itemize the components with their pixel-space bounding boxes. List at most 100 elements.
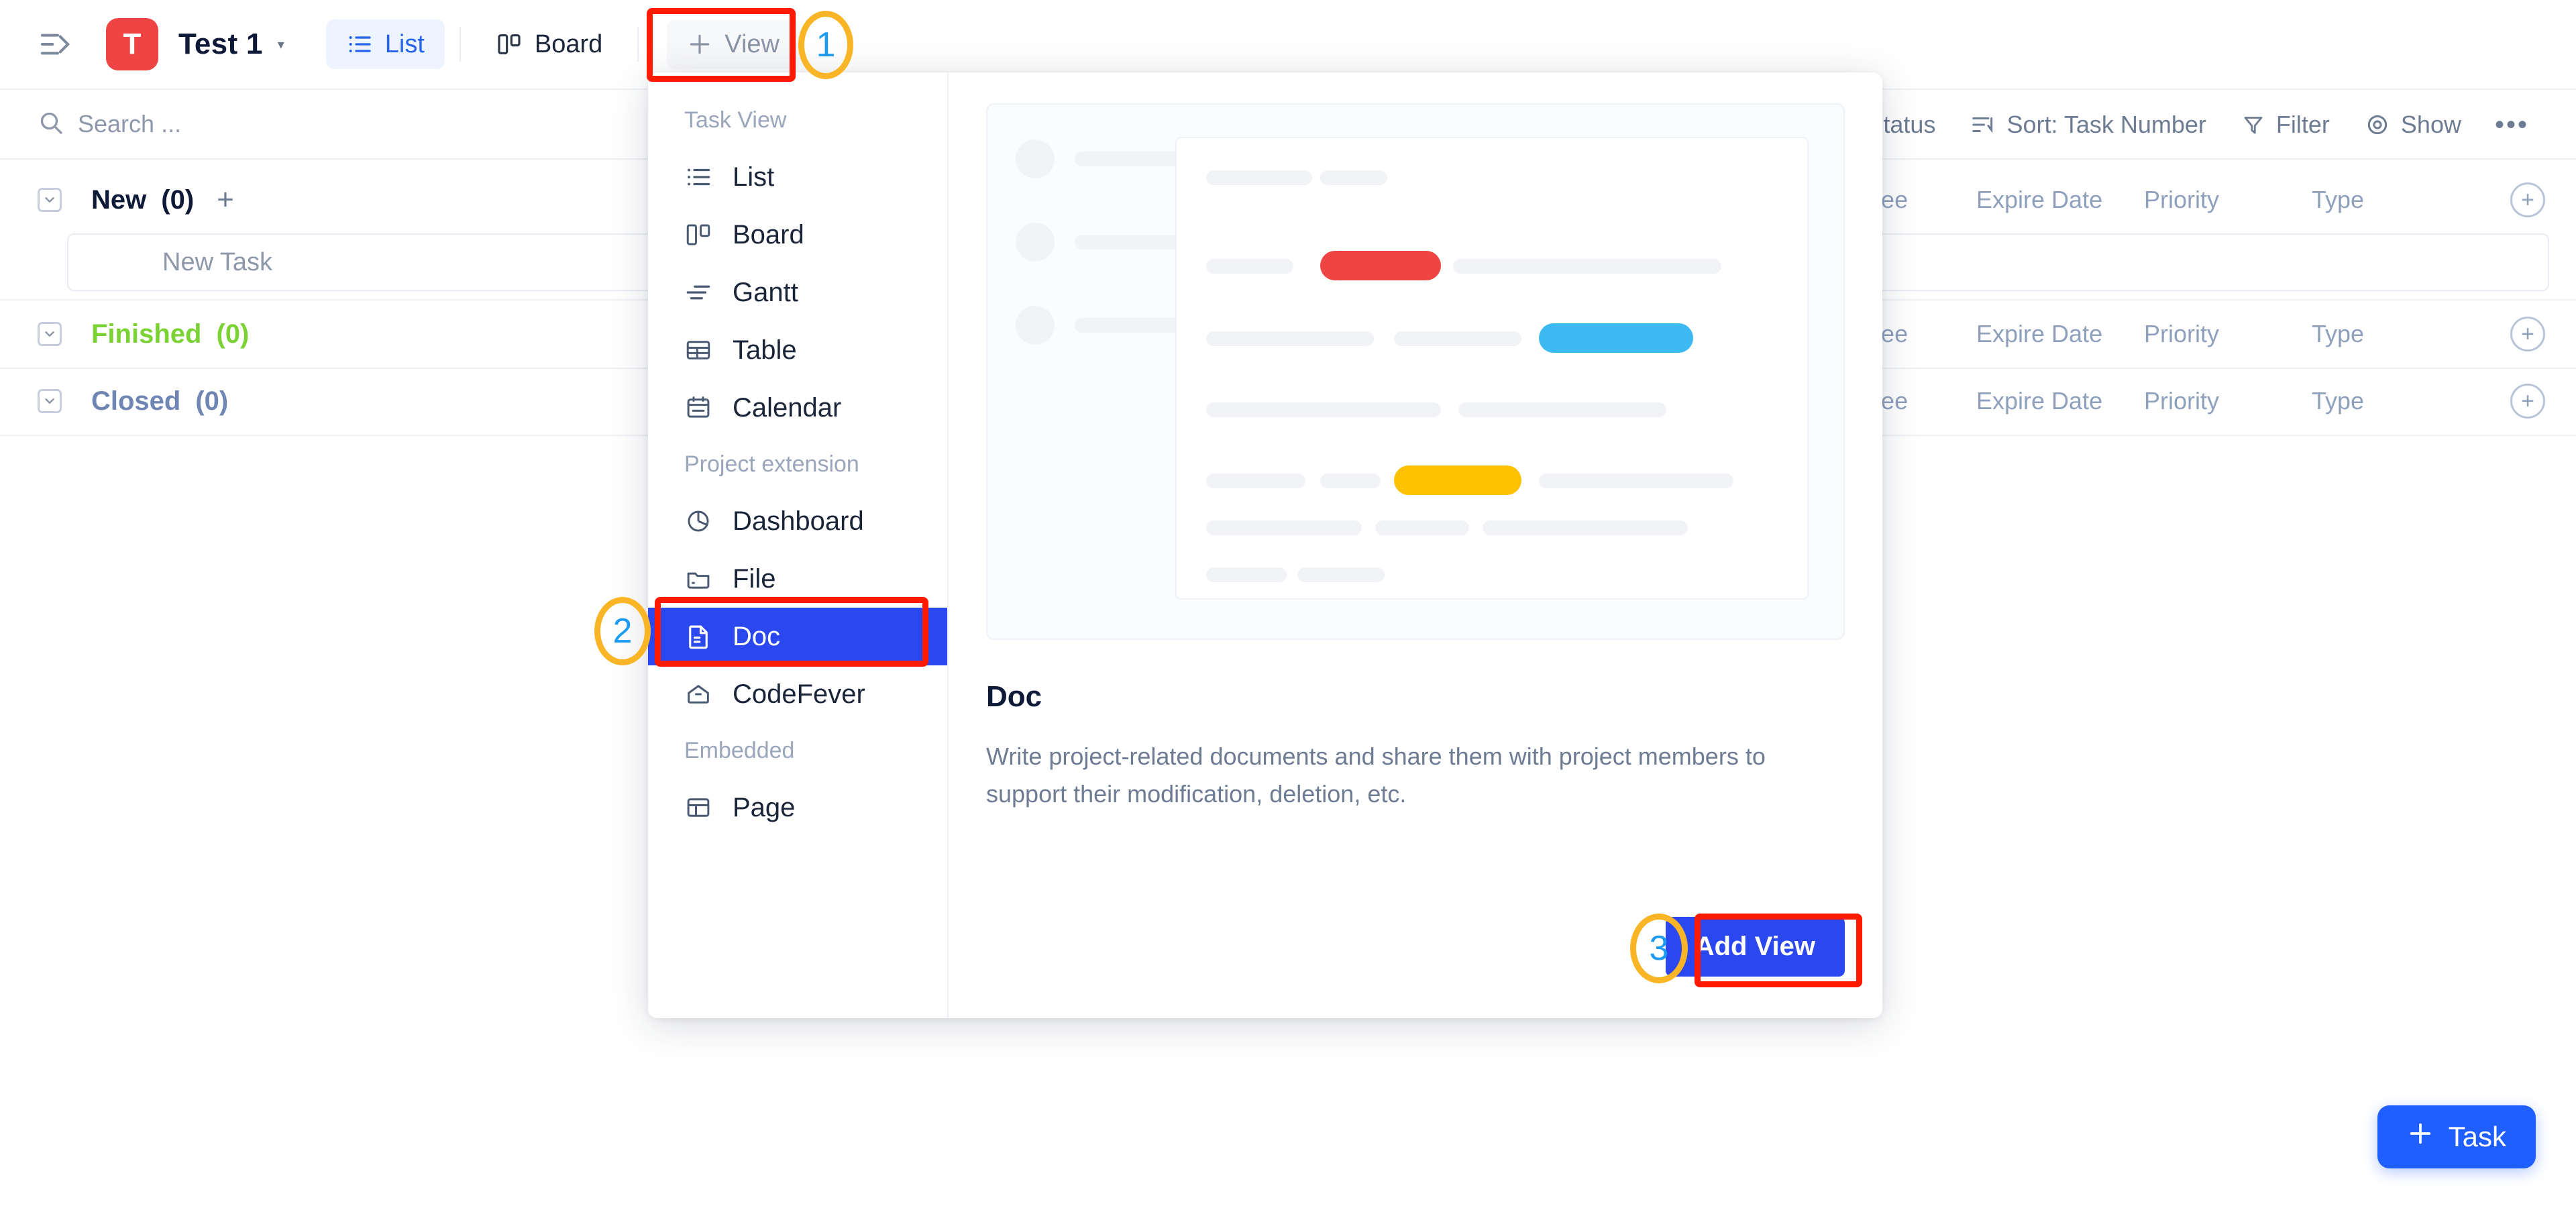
add-column-icon[interactable]: + xyxy=(2510,182,2545,217)
preview-line-placeholder xyxy=(1206,520,1362,535)
sidebar-collapse-icon[interactable] xyxy=(36,24,76,64)
menu-item-dashboard[interactable]: Dashboard xyxy=(648,492,947,550)
list-toolbar: Task Status Sort: Task Number Filter xyxy=(1793,90,2576,160)
column-headers-closed: Assignee Expire Date Priority Type + xyxy=(1809,368,2545,435)
column-header-priority[interactable]: Priority xyxy=(2144,387,2312,415)
add-task-fab[interactable]: Task xyxy=(2377,1105,2536,1168)
menu-item-board-label: Board xyxy=(733,219,804,250)
add-column-icon[interactable]: + xyxy=(2510,384,2545,419)
preview-line-placeholder xyxy=(1206,474,1305,488)
preview-bar-blue xyxy=(1539,323,1693,353)
column-header-expire-date[interactable]: Expire Date xyxy=(1976,320,2144,348)
annotation-step-1: 1 xyxy=(798,11,853,79)
board-icon xyxy=(684,221,714,249)
menu-section-project-extension-label: Project extension xyxy=(684,451,859,477)
column-header-expire-date[interactable]: Expire Date xyxy=(1976,387,2144,415)
menu-item-file-label: File xyxy=(733,563,776,594)
preview-bar-yellow xyxy=(1394,465,1521,495)
add-task-fab-label: Task xyxy=(2448,1121,2506,1152)
search-icon xyxy=(38,109,64,140)
preview-line-placeholder xyxy=(1297,567,1385,582)
list-icon xyxy=(346,31,373,58)
menu-item-list-label: List xyxy=(733,162,775,192)
menu-item-gantt[interactable]: Gantt xyxy=(648,264,947,321)
annotation-step-1-number: 1 xyxy=(816,25,836,64)
menu-item-codefever[interactable]: CodeFever xyxy=(648,665,947,723)
menu-item-file[interactable]: File xyxy=(648,550,947,608)
preview-line-placeholder xyxy=(1320,474,1381,488)
add-column-icon[interactable]: + xyxy=(2510,317,2545,351)
preview-line-placeholder xyxy=(1206,170,1312,185)
menu-item-table[interactable]: Table xyxy=(648,321,947,379)
toolbar-filter[interactable]: Filter xyxy=(2224,111,2347,139)
group-count-finished: (0) xyxy=(216,319,250,349)
add-view-button[interactable]: View xyxy=(667,19,800,69)
toolbar-show-label: Show xyxy=(2400,111,2461,138)
menu-item-calendar-label: Calendar xyxy=(733,392,842,423)
preview-avatar-placeholder xyxy=(1016,306,1055,345)
view-detail-title: Doc xyxy=(986,680,1042,713)
menu-item-list[interactable]: List xyxy=(648,148,947,206)
annotation-step-2-number: 2 xyxy=(612,612,633,651)
table-icon xyxy=(684,336,714,364)
page-icon xyxy=(684,793,714,822)
annotation-step-3: 3 xyxy=(1630,914,1688,983)
column-header-priority[interactable]: Priority xyxy=(2144,320,2312,348)
menu-item-calendar[interactable]: Calendar xyxy=(648,379,947,437)
group-name-closed: Closed xyxy=(91,386,181,416)
tab-board[interactable]: Board xyxy=(476,19,623,69)
preview-line-placeholder xyxy=(1483,520,1688,535)
preview-line-placeholder xyxy=(1206,331,1374,346)
group-count-new: (0) xyxy=(161,184,195,215)
group-count-closed: (0) xyxy=(195,386,229,416)
board-icon xyxy=(496,31,523,58)
plus-icon xyxy=(687,32,712,57)
column-headers-finished: Assignee Expire Date Priority Type + xyxy=(1809,300,2545,368)
annotation-step-2: 2 xyxy=(594,597,651,665)
toolbar-show[interactable]: Show xyxy=(2347,111,2479,139)
add-view-label: View xyxy=(724,30,780,58)
view-detail-description: Write project-related documents and shar… xyxy=(986,742,1766,808)
preview-line-placeholder xyxy=(1375,520,1469,535)
preview-line-placeholder xyxy=(1320,170,1387,185)
preview-line-placeholder xyxy=(1539,474,1733,488)
gantt-icon xyxy=(684,278,714,307)
preview-bar-red xyxy=(1320,251,1441,280)
group-name-finished: Finished xyxy=(91,319,202,349)
chevron-down-icon[interactable]: ▾ xyxy=(278,36,284,53)
column-header-type[interactable]: Type xyxy=(2312,320,2479,348)
column-header-type[interactable]: Type xyxy=(2312,387,2479,415)
group-add-task-icon[interactable]: + xyxy=(217,183,234,217)
toolbar-sort-label: Sort: Task Number xyxy=(2006,111,2206,138)
group-collapse-icon[interactable] xyxy=(38,188,62,212)
column-header-expire-date[interactable]: Expire Date xyxy=(1976,186,2144,214)
toolbar-sort[interactable]: Sort: Task Number xyxy=(1953,111,2223,139)
filter-icon xyxy=(2241,113,2265,137)
group-collapse-icon[interactable] xyxy=(38,322,62,346)
page-title: Test 1 xyxy=(178,28,263,60)
preview-line-placeholder xyxy=(1453,259,1721,274)
add-view-confirm-button[interactable]: Add View xyxy=(1665,917,1845,977)
group-name-new: New xyxy=(91,184,147,215)
preview-line-placeholder xyxy=(1206,402,1441,417)
calendar-icon xyxy=(684,394,714,422)
column-header-priority[interactable]: Priority xyxy=(2144,186,2312,214)
group-collapse-icon[interactable] xyxy=(38,389,62,413)
toolbar-more-icon[interactable]: ••• xyxy=(2479,110,2545,140)
app-root: T Test 1 ▾ List Board View 1 Search ... … xyxy=(0,0,2576,1210)
column-header-type[interactable]: Type xyxy=(2312,186,2479,214)
dashboard-icon xyxy=(684,507,714,535)
menu-item-page[interactable]: Page xyxy=(648,779,947,836)
preview-line-placeholder xyxy=(1206,259,1293,274)
project-initial: T xyxy=(123,28,142,60)
search-input[interactable]: Search ... xyxy=(38,109,181,140)
menu-item-doc[interactable]: Doc xyxy=(648,608,947,665)
menu-section-embedded-label: Embedded xyxy=(684,738,795,763)
plus-icon xyxy=(2407,1120,2434,1154)
preview-avatar-placeholder xyxy=(1016,140,1055,178)
view-type-menu: Task View List Board Gantt Table Calenda… xyxy=(648,72,949,1018)
menu-item-board[interactable]: Board xyxy=(648,206,947,264)
view-detail-panel: Doc Write project-related documents and … xyxy=(949,72,1882,1018)
tab-list[interactable]: List xyxy=(325,19,445,69)
sort-icon xyxy=(1970,112,1996,138)
